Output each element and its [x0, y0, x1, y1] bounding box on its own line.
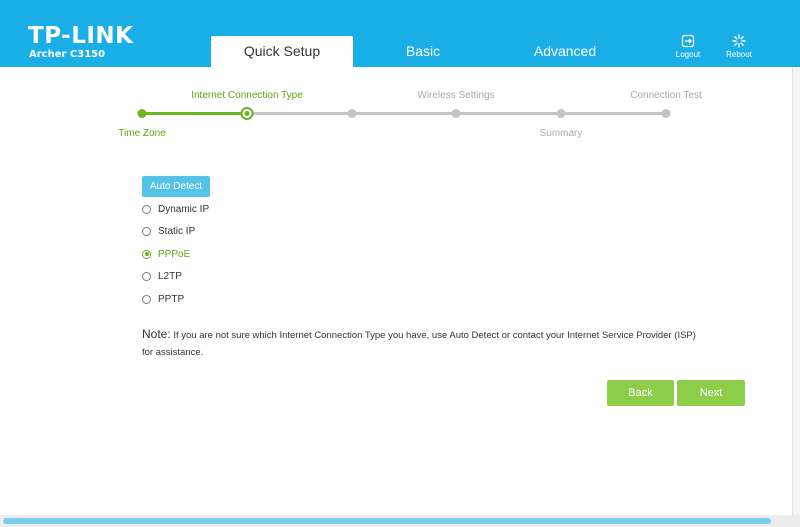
- reboot-label: Reboot: [726, 50, 752, 59]
- radio-label: Static IP: [158, 225, 196, 237]
- radio-button[interactable]: [142, 226, 151, 236]
- step-label-internet-connection-type: Internet Connection Type: [191, 90, 303, 101]
- note-text: If you are not sure which Internet Conne…: [142, 330, 696, 358]
- step-dot-wireless-settings: [451, 109, 461, 118]
- radio-l2tp[interactable]: L2TP: [142, 268, 182, 284]
- logout-icon: [681, 34, 695, 48]
- radio-button[interactable]: [142, 271, 151, 281]
- radio-pppoe[interactable]: PPPoE: [142, 246, 190, 262]
- scrollbar-thumb[interactable]: [3, 518, 771, 524]
- step-label-time-zone: Time Zone: [118, 128, 166, 139]
- radio-pptp[interactable]: PPTP: [142, 291, 184, 307]
- note-prefix: Note:: [142, 327, 171, 341]
- radio-static-ip[interactable]: Static IP: [142, 223, 195, 239]
- brand-logo: TP-LINK: [28, 23, 134, 49]
- tab-quick-setup[interactable]: Quick Setup: [211, 36, 353, 67]
- step-dot-internet-connection-type: [240, 107, 254, 120]
- radio-button[interactable]: [142, 294, 151, 304]
- step-label-wireless-settings: Wireless Settings: [417, 90, 495, 101]
- horizontal-scrollbar[interactable]: [0, 515, 800, 527]
- help-note: Note: If you are not sure which Internet…: [142, 326, 702, 361]
- tab-basic[interactable]: Basic: [352, 36, 494, 67]
- step-label-connection-test: Connection Test: [630, 90, 702, 101]
- top-header: TP-LINK Archer C3150 Quick Setup Basic A…: [0, 0, 800, 67]
- vertical-scrollbar[interactable]: [792, 67, 800, 527]
- progress-line-done: [142, 112, 247, 115]
- radio-button-selected[interactable]: [142, 249, 151, 259]
- step-dot-connection-test: [661, 109, 671, 118]
- brand: TP-LINK Archer C3150: [28, 24, 133, 60]
- step-label-summary: Summary: [539, 128, 583, 139]
- radio-dynamic-ip[interactable]: Dynamic IP: [142, 201, 209, 217]
- next-button[interactable]: Next: [677, 380, 745, 406]
- radio-label: PPPoE: [158, 248, 191, 260]
- step-dot-summary: [556, 109, 566, 118]
- radio-label: PPTP: [158, 293, 185, 305]
- radio-label: Dynamic IP: [158, 203, 210, 215]
- back-button[interactable]: Back: [607, 380, 674, 406]
- step-dot-time-zone: [137, 109, 147, 118]
- tab-advanced[interactable]: Advanced: [494, 36, 636, 67]
- reboot-button[interactable]: Reboot: [719, 34, 759, 59]
- auto-detect-button[interactable]: Auto Detect: [142, 176, 210, 197]
- reboot-icon: [732, 34, 746, 48]
- radio-button[interactable]: [142, 204, 151, 214]
- logout-button[interactable]: Logout: [668, 34, 708, 59]
- radio-label: L2TP: [158, 270, 182, 282]
- step-dot: [347, 109, 357, 118]
- model-name: Archer C3150: [29, 49, 106, 60]
- logout-label: Logout: [675, 50, 701, 59]
